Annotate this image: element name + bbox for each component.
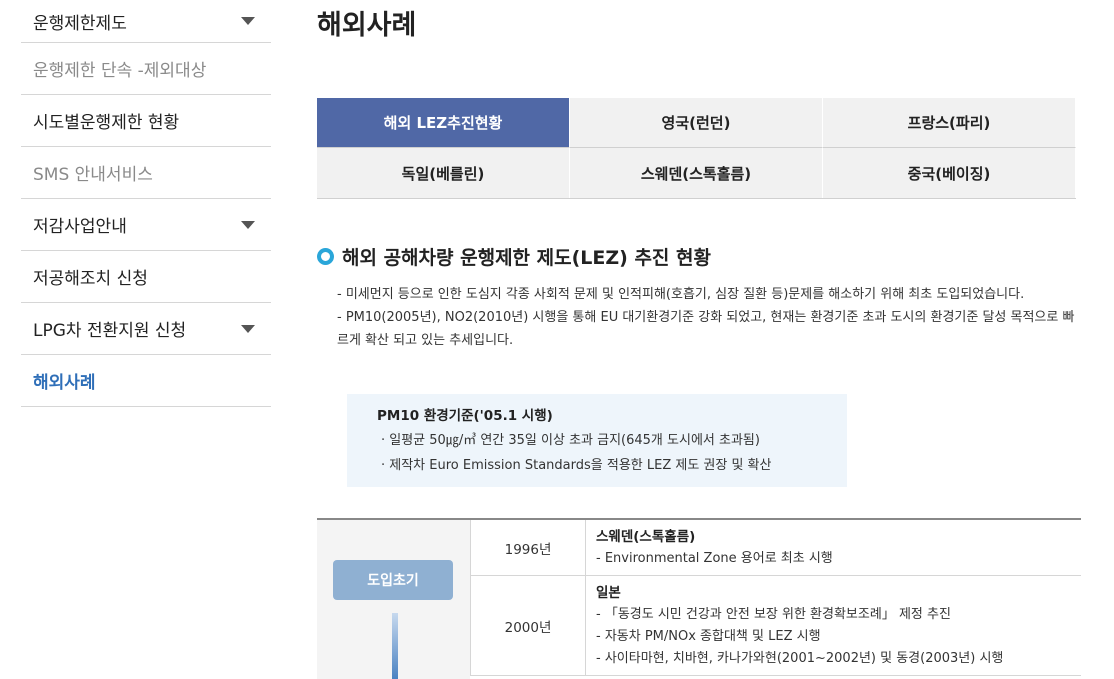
sidebar-item-label: SMS 안내서비스 [33, 165, 153, 185]
timeline-rows: 1996년 스웨덴(스톡홀름) - Environmental Zone 용어로… [470, 520, 1081, 676]
sidebar-item-overseas-cases[interactable]: 해외사례 [21, 355, 271, 407]
timeline-year: 1996년 [470, 520, 586, 575]
sidebar-item-label: 저공해조치 신청 [33, 269, 148, 289]
table-row: 1996년 스웨덴(스톡홀름) - Environmental Zone 용어로… [470, 520, 1081, 576]
timeline-country: 스웨덴(스톡홀름) [596, 529, 696, 545]
description-line: - PM10(2005년), NO2(2010년) 시행을 통해 EU 대기환경… [337, 310, 1075, 348]
sidebar-item-label: 시도별운행제한 현황 [33, 113, 180, 133]
sidebar-nav: 운행제한제도 운행제한 단속 -제외대상 시도별운행제한 현황 SMS 안내서비… [21, 0, 271, 407]
timeline-line: - Environmental Zone 용어로 최초 시행 [596, 551, 833, 566]
infobox-title: PM10 환경기준('05.1 시행) [377, 408, 553, 424]
table-row: 2000년 일본 - 「동경도 시민 건강과 안전 보장 위한 환경확보조례」 … [470, 576, 1081, 676]
page-title: 해외사례 [317, 10, 417, 41]
pm10-standard-box: PM10 환경기준('05.1 시행) · 일평균 50㎍/㎥ 연간 35일 이… [347, 394, 847, 487]
sidebar-item-label: 저감사업안내 [33, 217, 127, 237]
chevron-down-icon [241, 220, 255, 229]
section-title: 해외 공해차량 운행제한 제도(LEZ) 추진 현황 [317, 243, 711, 270]
sidebar-item-label: LPG차 전환지원 신청 [33, 321, 187, 341]
tab-france-paris[interactable]: 프랑스(파리) [823, 98, 1076, 148]
country-tabs: 해외 LEZ추진현황 영국(런던) 프랑스(파리) 독일(베를린) 스웨덴(스톡… [317, 98, 1076, 199]
chevron-down-icon [241, 17, 255, 25]
timeline-line: - 자동차 PM/NOx 종합대책 및 LEZ 시행 [596, 629, 821, 644]
sidebar-item-label: 운행제한 단속 -제외대상 [33, 61, 207, 81]
infobox-line: · 일평균 50㎍/㎥ 연간 35일 이상 초과 금지(645개 도시에서 초과… [381, 433, 760, 448]
sidebar-item-operation-restriction[interactable]: 운행제한제도 [21, 0, 271, 43]
timeline-phase-column: 도입초기 [317, 520, 470, 679]
tab-uk-london[interactable]: 영국(런던) [570, 98, 823, 148]
tab-china-beijing[interactable]: 중국(베이징) [823, 148, 1076, 198]
sidebar-item-sms-service[interactable]: SMS 안내서비스 [21, 147, 271, 199]
sidebar-item-enforcement-exemptions[interactable]: 운행제한 단속 -제외대상 [21, 43, 271, 95]
sidebar-item-low-emission-apply[interactable]: 저공해조치 신청 [21, 251, 271, 303]
timeline-content: 스웨덴(스톡홀름) - Environmental Zone 용어로 최초 시행 [586, 520, 1081, 575]
sidebar-item-label: 해외사례 [33, 373, 96, 393]
tab-germany-berlin[interactable]: 독일(베를린) [317, 148, 570, 198]
ring-bullet-icon [317, 248, 334, 265]
main-content: 해외사례 해외 LEZ추진현황 영국(런던) 프랑스(파리) 독일(베를린) 스… [317, 0, 1081, 679]
chevron-down-icon [241, 324, 255, 333]
description-block: - 미세먼지 등으로 인한 도심지 각종 사회적 문제 및 인적피해(호흡기, … [337, 283, 1077, 352]
infobox-line: · 제작차 Euro Emission Standards을 적용한 LEZ 제… [381, 458, 772, 473]
description-line: - 미세먼지 등으로 인한 도심지 각종 사회적 문제 및 인적피해(호흡기, … [337, 287, 1025, 302]
phase-badge: 도입초기 [333, 560, 453, 600]
sidebar-item-regional-status[interactable]: 시도별운행제한 현황 [21, 95, 271, 147]
timeline-table: 도입초기 1996년 스웨덴(스톡홀름) - Environmental Zon… [317, 518, 1081, 679]
section-title-text: 해외 공해차량 운행제한 제도(LEZ) 추진 현황 [342, 247, 711, 269]
sidebar-item-reduction-program[interactable]: 저감사업안내 [21, 199, 271, 251]
tab-overseas-lez[interactable]: 해외 LEZ추진현황 [317, 98, 570, 148]
sidebar-item-label: 운행제한제도 [33, 13, 127, 34]
timeline-year: 2000년 [470, 576, 586, 675]
timeline-country: 일본 [596, 585, 621, 601]
timeline-bar [392, 613, 398, 679]
timeline-content: 일본 - 「동경도 시민 건강과 안전 보장 위한 환경확보조례」 제정 추진 … [586, 576, 1081, 675]
timeline-line: - 사이타마현, 치바현, 카나가와현(2001~2002년) 및 동경(200… [596, 651, 1004, 666]
sidebar-item-lpg-conversion[interactable]: LPG차 전환지원 신청 [21, 303, 271, 355]
tab-sweden-stockholm[interactable]: 스웨덴(스톡홀름) [570, 148, 823, 198]
timeline-line: - 「동경도 시민 건강과 안전 보장 위한 환경확보조례」 제정 추진 [596, 607, 951, 622]
